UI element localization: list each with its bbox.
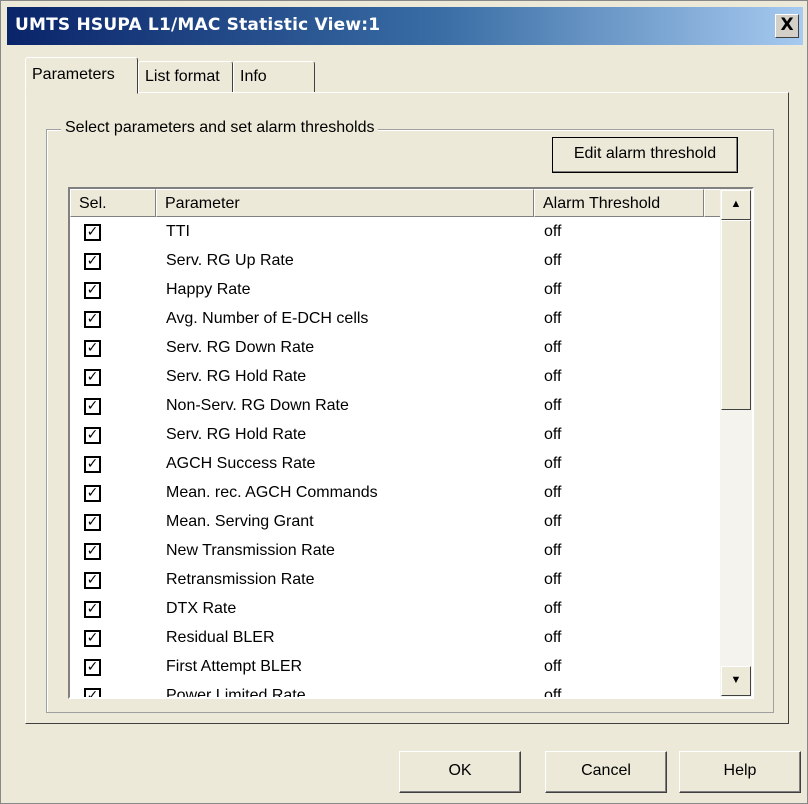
table-row[interactable]: ✓ Avg. Number of E-DCH cells off [70,305,720,334]
parameter-name: Mean. rec. AGCH Commands [166,484,378,501]
parameter-name: Serv. RG Down Rate [166,339,315,356]
alarm-threshold-value: off [544,542,562,559]
row-checkbox[interactable]: ✓ [84,543,101,560]
table-row[interactable]: ✓ Mean. rec. AGCH Commands off [70,479,720,508]
row-checkbox[interactable]: ✓ [84,456,101,473]
row-checkbox[interactable]: ✓ [84,514,101,531]
row-checkbox[interactable]: ✓ [84,630,101,647]
alarm-threshold-value: off [544,368,562,385]
table-row[interactable]: ✓ AGCH Success Rate off [70,450,720,479]
window-title: UMTS HSUPA L1/MAC Statistic View:1 [15,15,381,35]
parameter-name: Happy Rate [166,281,251,298]
row-checkbox[interactable]: ✓ [84,369,101,386]
table-row[interactable]: ✓ Serv. RG Up Rate off [70,247,720,276]
alarm-threshold-value: off [544,629,562,646]
alarm-threshold-value: off [544,513,562,530]
tab-parameters[interactable]: Parameters [25,57,138,94]
row-checkbox[interactable]: ✓ [84,224,101,241]
alarm-threshold-value: off [544,600,562,617]
parameter-name: DTX Rate [166,600,237,617]
parameter-name: TTI [166,223,190,240]
table-row[interactable]: ✓ New Transmission Rate off [70,537,720,566]
vertical-scrollbar[interactable]: ▲ ▼ [720,189,752,697]
parameter-name: Serv. RG Hold Rate [166,426,307,443]
parameter-name: Residual BLER [166,629,275,646]
table-row[interactable]: ✓ Happy Rate off [70,276,720,305]
row-checkbox[interactable]: ✓ [84,485,101,502]
tab-info[interactable]: Info [233,61,315,93]
close-button[interactable]: X [775,14,799,38]
alarm-threshold-value: off [544,252,562,269]
table-row[interactable]: ✓ Power Limited Rate off [70,682,720,698]
row-checkbox[interactable]: ✓ [84,659,101,676]
row-checkbox[interactable]: ✓ [84,282,101,299]
list-rows: ✓ TTI off ✓ Serv. RG Up Rate off ✓ Happy Rate of… [70,218,720,698]
table-row[interactable]: ✓ Non-Serv. RG Down Rate off [70,392,720,421]
cancel-button[interactable]: Cancel [545,751,667,793]
alarm-threshold-value: off [544,397,562,414]
alarm-threshold-value: off [544,339,562,356]
row-checkbox[interactable]: ✓ [84,572,101,589]
row-checkbox[interactable]: ✓ [84,253,101,270]
parameter-list: Sel. Parameter Alarm Threshold ✓ TTI off ✓ S… [68,187,754,699]
table-row[interactable]: ✓ Retransmission Rate off [70,566,720,595]
alarm-threshold-value: off [544,426,562,443]
table-row[interactable]: ✓ TTI off [70,218,720,247]
list-header: Sel. Parameter Alarm Threshold [70,189,752,217]
parameter-name: Mean. Serving Grant [166,513,314,530]
alarm-threshold-value: off [544,455,562,472]
parameter-name: Non-Serv. RG Down Rate [166,397,349,414]
dialog-window: UMTS HSUPA L1/MAC Statistic View:1 X Par… [0,0,808,804]
row-checkbox[interactable]: ✓ [84,688,101,697]
table-row[interactable]: ✓ First Attempt BLER off [70,653,720,682]
title-bar: UMTS HSUPA L1/MAC Statistic View:1 X [7,7,803,45]
parameter-name: New Transmission Rate [166,542,335,559]
parameter-name: Power Limited Rate [166,687,306,698]
table-row[interactable]: ✓ DTX Rate off [70,595,720,624]
alarm-threshold-value: off [544,484,562,501]
parameters-panel: Select parameters and set alarm threshol… [25,92,789,724]
alarm-threshold-value: off [544,223,562,240]
alarm-threshold-value: off [544,281,562,298]
parameter-name: Serv. RG Up Rate [166,252,294,269]
alarm-threshold-value: off [544,658,562,675]
edit-alarm-threshold-button[interactable]: Edit alarm threshold [552,137,738,173]
scroll-down-arrow-icon[interactable]: ▼ [721,666,751,696]
alarm-threshold-value: off [544,310,562,327]
row-checkbox[interactable]: ✓ [84,398,101,415]
column-header-sel[interactable]: Sel. [70,189,156,217]
table-row[interactable]: ✓ Serv. RG Down Rate off [70,334,720,363]
parameter-name: AGCH Success Rate [166,455,316,472]
row-checkbox[interactable]: ✓ [84,311,101,328]
parameter-name: Serv. RG Hold Rate [166,368,307,385]
row-checkbox[interactable]: ✓ [84,340,101,357]
scroll-thumb[interactable] [721,220,751,410]
alarm-threshold-value: off [544,687,562,698]
parameter-name: Avg. Number of E-DCH cells [166,310,369,327]
table-row[interactable]: ✓ Serv. RG Hold Rate off [70,421,720,450]
tab-list-format[interactable]: List format [138,61,233,93]
scroll-up-arrow-icon[interactable]: ▲ [721,190,751,220]
alarm-threshold-value: off [544,571,562,588]
help-button[interactable]: Help [679,751,801,793]
ok-button[interactable]: OK [399,751,521,793]
table-row[interactable]: ✓ Residual BLER off [70,624,720,653]
parameter-name: First Attempt BLER [166,658,303,675]
table-row[interactable]: ✓ Mean. Serving Grant off [70,508,720,537]
table-row[interactable]: ✓ Serv. RG Hold Rate off [70,363,720,392]
column-header-parameter[interactable]: Parameter [156,189,534,217]
column-header-alarm-threshold[interactable]: Alarm Threshold [534,189,704,217]
groupbox-label: Select parameters and set alarm threshol… [61,119,379,137]
row-checkbox[interactable]: ✓ [84,601,101,618]
row-checkbox[interactable]: ✓ [84,427,101,444]
parameter-name: Retransmission Rate [166,571,315,588]
